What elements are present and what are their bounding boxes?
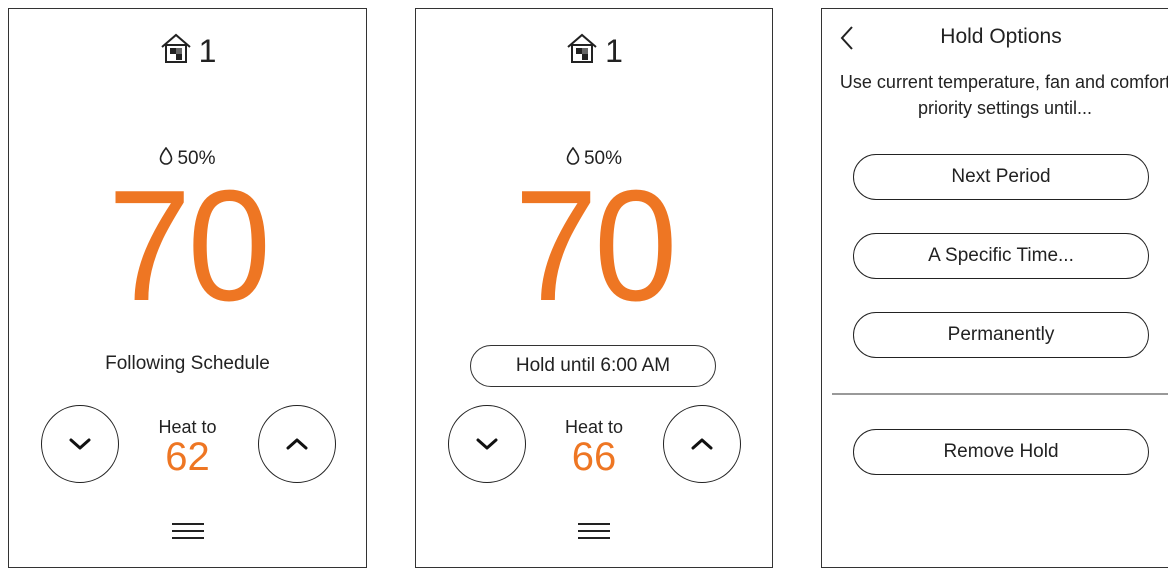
chevron-up-icon (286, 438, 308, 450)
thermostat-screen-hold: 1 50% 70 Hold until 6:00 AM Heat to 66 (415, 8, 773, 568)
chevron-up-icon (691, 438, 713, 450)
schedule-status: Following Schedule (105, 353, 270, 374)
hold-description: Use current temperature, fan and comfort… (839, 72, 1168, 118)
remove-hold-button[interactable]: Remove Hold (853, 429, 1149, 475)
divider (832, 393, 1168, 395)
menu-icon[interactable] (578, 523, 610, 544)
hold-options-screen: Hold Options Use current temperature, fa… (821, 8, 1168, 568)
thermostat-screen-schedule: 1 50% 70 Following Schedule Heat to 62 (8, 8, 367, 568)
current-temperature: 70 (107, 158, 271, 334)
current-temperature: 70 (514, 158, 677, 334)
increase-button[interactable] (663, 405, 741, 483)
option-permanently[interactable]: Permanently (853, 312, 1149, 358)
option-next-period[interactable]: Next Period (853, 154, 1149, 200)
home-zone-icon (159, 31, 193, 70)
hold-status-button[interactable]: Hold until 6:00 AM (470, 345, 716, 387)
zone-indicator[interactable]: 1 (416, 31, 772, 70)
menu-icon[interactable] (171, 523, 204, 544)
zone-number: 1 (605, 32, 623, 69)
page-title: Hold Options (940, 25, 1062, 48)
home-zone-icon (565, 31, 599, 70)
zone-indicator[interactable]: 1 (9, 31, 366, 70)
zone-number: 1 (198, 32, 217, 69)
increase-button[interactable] (258, 405, 336, 483)
option-specific-time[interactable]: A Specific Time... (853, 233, 1149, 279)
